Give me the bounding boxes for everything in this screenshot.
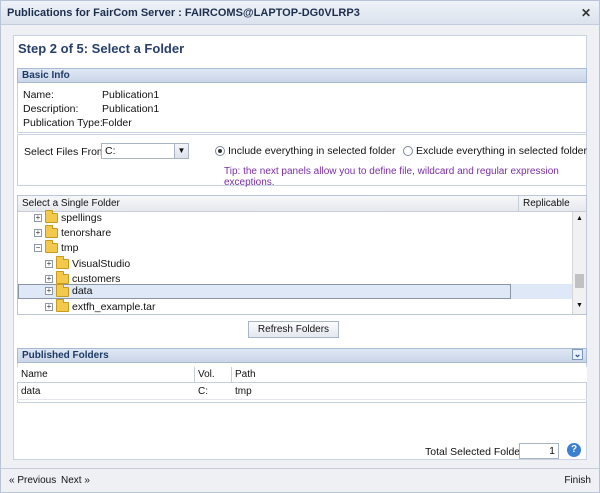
folder-icon xyxy=(56,271,69,284)
published-folders-header: Published Folders ⌄ xyxy=(17,348,587,363)
description-label: Description: xyxy=(23,103,79,115)
drive-select-value: C: xyxy=(105,145,116,157)
tree-scrollbar[interactable]: ▲ ▼ xyxy=(572,212,586,314)
scroll-down-icon[interactable]: ▼ xyxy=(576,302,583,309)
folder-icon xyxy=(56,256,69,269)
include-label[interactable]: Include everything in selected folder xyxy=(228,145,396,157)
total-label: Total Selected Folders: xyxy=(425,446,532,458)
publication-type-label: Publication Type: xyxy=(23,117,103,129)
folder-open-icon xyxy=(45,240,58,253)
published-table-header: Name Vol. Path xyxy=(17,367,587,383)
folder-icon xyxy=(56,284,69,297)
expand-icon[interactable]: + xyxy=(45,260,53,268)
replicable-column-header: Replicable xyxy=(523,198,570,209)
refresh-folders-button[interactable]: Refresh Folders xyxy=(248,321,339,338)
column-vol: Vol. xyxy=(198,369,215,380)
row-path: tmp xyxy=(235,386,252,397)
tree-row-visualstudio[interactable]: + VisualStudio xyxy=(18,256,572,271)
column-name: Name xyxy=(21,369,48,380)
select-files-label: Select Files From: xyxy=(24,146,109,158)
previous-button[interactable]: « Previous xyxy=(9,469,56,493)
tip-text: Tip: the next panels allow you to define… xyxy=(224,166,559,188)
tree-label: data xyxy=(72,285,93,297)
tree-row-extfh-example[interactable]: + extfh_example.tar xyxy=(18,299,572,314)
exclude-label[interactable]: Exclude everything in selected folder xyxy=(416,145,587,157)
expand-icon[interactable]: + xyxy=(45,275,53,283)
window-titlebar: Publications for FairCom Server : FAIRCO… xyxy=(1,1,599,25)
column-divider xyxy=(518,196,519,212)
next-button[interactable]: Next » xyxy=(61,469,90,493)
wizard-footer: « Previous Next » Finish xyxy=(1,468,599,492)
name-label: Name: xyxy=(23,89,54,101)
folder-column-header: Select a Single Folder xyxy=(22,198,120,209)
tree-label: tenorshare xyxy=(61,227,112,239)
column-divider xyxy=(194,367,195,383)
basic-info-title: Basic Info xyxy=(22,70,70,81)
column-path: Path xyxy=(235,369,256,380)
folder-icon xyxy=(45,225,58,238)
name-value: Publication1 xyxy=(102,89,160,101)
tree-label: tmp xyxy=(61,242,79,254)
tree-row-tmp[interactable]: − tmp xyxy=(18,240,572,255)
window-title: Publications for FairCom Server : FAIRCO… xyxy=(7,7,360,19)
scroll-thumb[interactable] xyxy=(575,274,584,288)
tree-label: spellings xyxy=(61,212,102,224)
expand-icon[interactable]: + xyxy=(45,287,53,295)
publication-window: Publications for FairCom Server : FAIRCO… xyxy=(0,0,600,493)
row-name: data xyxy=(21,386,41,397)
drive-select[interactable]: C: ▼ xyxy=(101,143,189,159)
scroll-up-icon[interactable]: ▲ xyxy=(576,215,583,222)
collapse-panel-icon[interactable]: ⌄ xyxy=(572,349,583,360)
tree-row-data-selected[interactable]: + data xyxy=(18,284,572,299)
finish-button[interactable]: Finish xyxy=(564,469,591,493)
exclude-radio[interactable] xyxy=(403,146,413,156)
table-row[interactable]: data C: tmp xyxy=(17,384,587,400)
step-title: Step 2 of 5: Select a Folder xyxy=(18,41,185,56)
include-radio[interactable] xyxy=(215,146,225,156)
row-vol: C: xyxy=(198,386,208,397)
help-icon[interactable]: ? xyxy=(567,443,581,457)
tree-row-tenorshare[interactable]: + tenorshare xyxy=(18,225,572,240)
total-selected-input[interactable]: 1 xyxy=(519,443,559,459)
expand-icon[interactable]: + xyxy=(45,303,53,311)
published-folders-title: Published Folders xyxy=(22,350,109,361)
description-value: Publication1 xyxy=(102,103,160,115)
folder-icon xyxy=(56,299,69,312)
expand-icon[interactable]: + xyxy=(34,214,42,222)
expand-icon[interactable]: + xyxy=(34,229,42,237)
collapse-icon[interactable]: − xyxy=(34,244,42,252)
folder-tree: Select a Single Folder Replicable + spel… xyxy=(17,195,587,315)
column-divider xyxy=(231,367,232,383)
tree-label: VisualStudio xyxy=(72,258,131,270)
close-icon[interactable]: ✕ xyxy=(579,6,593,20)
tree-row-spellings[interactable]: + spellings xyxy=(18,210,572,225)
tree-label: extfh_example.tar xyxy=(72,301,156,313)
basic-info-header: Basic Info xyxy=(17,68,587,83)
folder-tree-header: Select a Single Folder Replicable xyxy=(18,196,586,212)
folder-icon xyxy=(45,210,58,223)
chevron-down-icon[interactable]: ▼ xyxy=(174,144,188,158)
publication-type-value: Folder xyxy=(102,117,132,129)
